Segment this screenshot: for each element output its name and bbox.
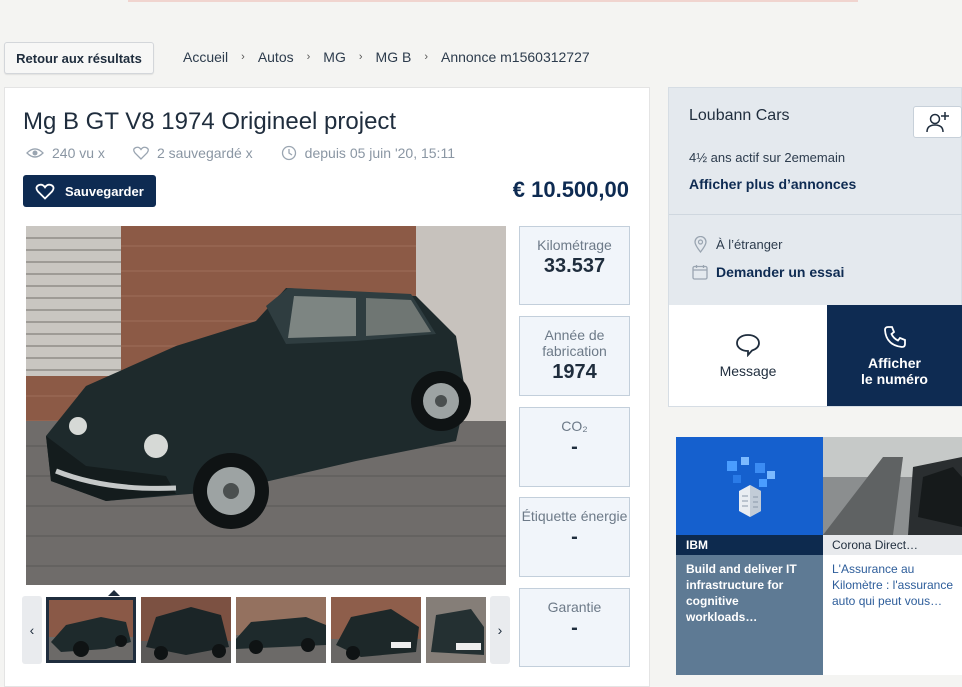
thumbnail-5[interactable] (426, 597, 486, 663)
breadcrumb-autos[interactable]: Autos (258, 49, 294, 65)
spec-mileage: Kilométrage 33.537 (519, 226, 630, 305)
thumbnail-3[interactable] (236, 597, 326, 663)
speech-bubble-icon (736, 333, 760, 357)
ad-ibm[interactable]: IBM Build and deliver IT infrastructure … (676, 437, 823, 675)
chevron-right-icon: › (241, 51, 245, 63)
spec-value: - (571, 436, 578, 458)
thumbnail-strip: ‹ › (22, 590, 510, 664)
seller-name[interactable]: Loubann Cars (689, 107, 790, 125)
heart-icon (133, 146, 149, 160)
follow-seller-button[interactable] (913, 106, 962, 138)
message-button-label: Message (719, 362, 777, 379)
seller-active-duration: 4½ ans actif sur 2ememain (689, 150, 846, 165)
spec-energy-label: Étiquette énergie - (519, 497, 630, 577)
ad-corona-brand: Corona Direct… (823, 535, 962, 555)
show-more-listings-link[interactable]: Afficher plus d’annonces (689, 176, 856, 192)
thumbnail-4[interactable] (331, 597, 421, 663)
price: € 10.500,00 (512, 177, 629, 202)
save-button[interactable]: Sauvegarder (23, 175, 156, 207)
views-stat: 240 vu x (26, 145, 105, 161)
saved-count: 2 sauvegardé x (156, 145, 253, 161)
ad-corona-text-line: Kilomètre : l'assurance (832, 578, 954, 592)
chevron-left-icon: ‹ (29, 622, 35, 638)
back-to-results-button[interactable]: Retour aux résultats (4, 42, 154, 74)
chevron-right-icon: › (358, 51, 363, 63)
since-stat: depuis 05 juin '20, 15:11 (281, 145, 455, 161)
show-phone-button[interactable]: Afficher le numéro (827, 305, 962, 406)
ad-ibm-brand: IBM (676, 535, 823, 555)
listing-title: Mg B GT V8 1974 Origineel project (23, 108, 397, 135)
spec-value: 33.537 (543, 255, 606, 277)
seller-location: À l’étranger (694, 236, 782, 253)
listing-stats: 240 vu x 2 sauvegardé x depuis 05 juin '… (26, 145, 483, 161)
breadcrumb: Accueil › Autos › MG › MG B › Annonce m1… (183, 49, 590, 65)
breadcrumb-mgb[interactable]: MG B (376, 49, 412, 65)
show-phone-label-2: le numéro (861, 370, 928, 387)
spec-co2: CO₂ - (519, 407, 630, 487)
breadcrumb-listing-id: Annonce m1560312727 (440, 49, 590, 65)
ad-ibm-text: Build and deliver IT infrastructure for … (686, 562, 797, 624)
breadcrumb-mg[interactable]: MG (323, 49, 346, 65)
save-button-label: Sauvegarder (65, 183, 144, 199)
ad-corona-text-line: L'Assurance au (832, 562, 915, 576)
saved-stat: 2 sauvegardé x (133, 145, 253, 161)
add-user-icon (925, 112, 949, 133)
heart-icon (35, 183, 55, 200)
chevron-right-icon: › (424, 51, 428, 63)
spec-year: Année de fabrication 1974 (519, 316, 630, 396)
breadcrumb-home[interactable]: Accueil (183, 49, 228, 65)
spec-label: CO₂ (561, 418, 588, 434)
eye-icon (26, 148, 44, 158)
main-car-photo[interactable] (26, 226, 506, 585)
top-banner-line (128, 0, 858, 2)
next-photo-button[interactable]: › (490, 596, 510, 664)
spec-value: - (571, 526, 578, 548)
location-text: À l’étranger (716, 237, 783, 252)
spec-label: Kilométrage (537, 237, 612, 253)
location-pin-icon (694, 236, 707, 253)
chevron-right-icon: › (497, 622, 503, 638)
spec-value: - (571, 617, 578, 639)
listed-since: depuis 05 juin '20, 15:11 (304, 145, 455, 161)
chevron-right-icon: › (306, 51, 311, 63)
prev-photo-button[interactable]: ‹ (22, 596, 42, 664)
spec-warranty: Garantie - (519, 588, 630, 667)
request-test-drive-label: Demander un essai (716, 264, 845, 280)
thumbnail-2[interactable] (141, 597, 231, 663)
active-thumb-caret (108, 590, 120, 596)
ad-corona-text-line: auto qui peut vous… (832, 594, 943, 608)
message-button[interactable]: Message (669, 305, 827, 406)
ad-corona-text: L'Assurance au Kilomètre : l'assurance a… (823, 555, 962, 615)
ad-ibm-image (676, 437, 823, 535)
spec-label: Année de fabrication (542, 327, 607, 359)
spec-value: 1974 (552, 361, 597, 383)
calendar-icon (692, 265, 708, 280)
spec-label: Garantie (547, 599, 602, 615)
seller-divider (669, 214, 962, 215)
show-phone-label-1: Afficher (868, 354, 921, 371)
ad-corona-direct[interactable]: Corona Direct… L'Assurance au Kilomètre … (823, 437, 962, 675)
request-test-drive-link[interactable]: Demander un essai (692, 264, 844, 280)
server-cube-icon (726, 457, 775, 517)
car-photo-image (26, 226, 506, 585)
views-count: 240 vu x (52, 145, 105, 161)
phone-icon (883, 325, 906, 348)
spec-label: Étiquette énergie (521, 508, 628, 524)
clock-icon (281, 145, 296, 161)
thumbnail-1[interactable] (46, 597, 136, 663)
ad-corona-image (823, 437, 962, 535)
